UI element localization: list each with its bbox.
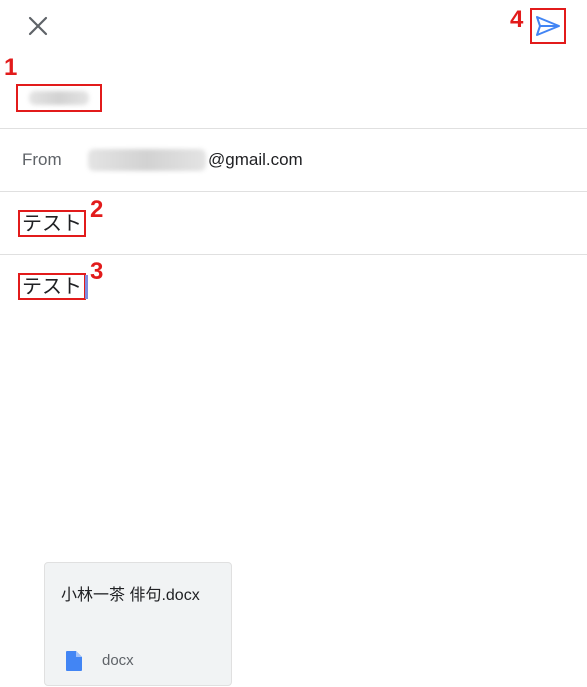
attachment-card[interactable]: 小林一茶 俳句.docx docx — [44, 562, 232, 686]
send-button[interactable] — [530, 8, 566, 44]
recipient-chip[interactable] — [16, 84, 102, 112]
document-icon — [66, 651, 82, 671]
compose-body[interactable]: テスト — [0, 255, 587, 555]
from-row[interactable]: From @gmail.com — [0, 129, 587, 192]
close-icon — [28, 16, 48, 36]
sender-domain: @gmail.com — [208, 150, 303, 169]
close-button[interactable] — [24, 12, 52, 40]
subject-field[interactable]: テスト — [0, 192, 587, 255]
send-icon — [536, 16, 560, 36]
body-value: テスト — [18, 273, 86, 300]
annotation-marker-4: 4 — [510, 6, 524, 33]
to-row[interactable] — [0, 62, 587, 129]
attachment-type: docx — [102, 652, 134, 669]
text-caret — [85, 275, 88, 299]
subject-value: テスト — [18, 210, 86, 237]
sender-redacted — [88, 149, 206, 171]
attachment-name: 小林一茶 俳句.docx — [61, 587, 200, 604]
recipient-redacted — [29, 91, 89, 105]
from-label: From — [22, 150, 62, 169]
